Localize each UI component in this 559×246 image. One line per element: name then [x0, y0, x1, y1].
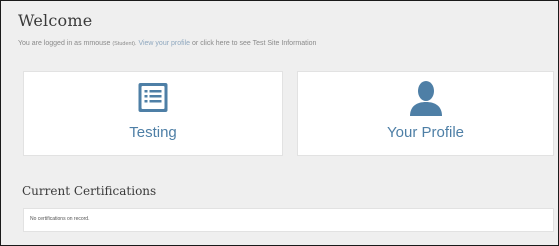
certifications-heading: Current Certifications: [22, 184, 157, 198]
testing-tile[interactable]: Testing: [23, 71, 283, 156]
profile-tile-label: Your Profile: [387, 124, 464, 141]
testing-tile-label: Testing: [129, 124, 177, 141]
profile-tile[interactable]: Your Profile: [297, 71, 554, 156]
list-icon: [138, 83, 168, 112]
dashboard-frame: Welcome You are logged in as mmouse (Stu…: [0, 0, 559, 246]
page-title: Welcome: [18, 11, 93, 30]
login-prefix: You are logged in as: [18, 40, 82, 47]
or-text: or: [192, 40, 199, 47]
view-profile-link[interactable]: View your profile: [138, 40, 190, 47]
username: mmouse: [83, 40, 111, 47]
test-site-info-link[interactable]: click here to see Test Site Information: [200, 40, 316, 47]
certifications-empty-message: No certifications on record.: [30, 216, 90, 222]
login-status: You are logged in as mmouse (Student). V…: [18, 40, 316, 47]
user-role: (Student).: [112, 41, 137, 47]
certifications-panel: No certifications on record.: [23, 208, 554, 232]
user-icon: [409, 81, 442, 116]
